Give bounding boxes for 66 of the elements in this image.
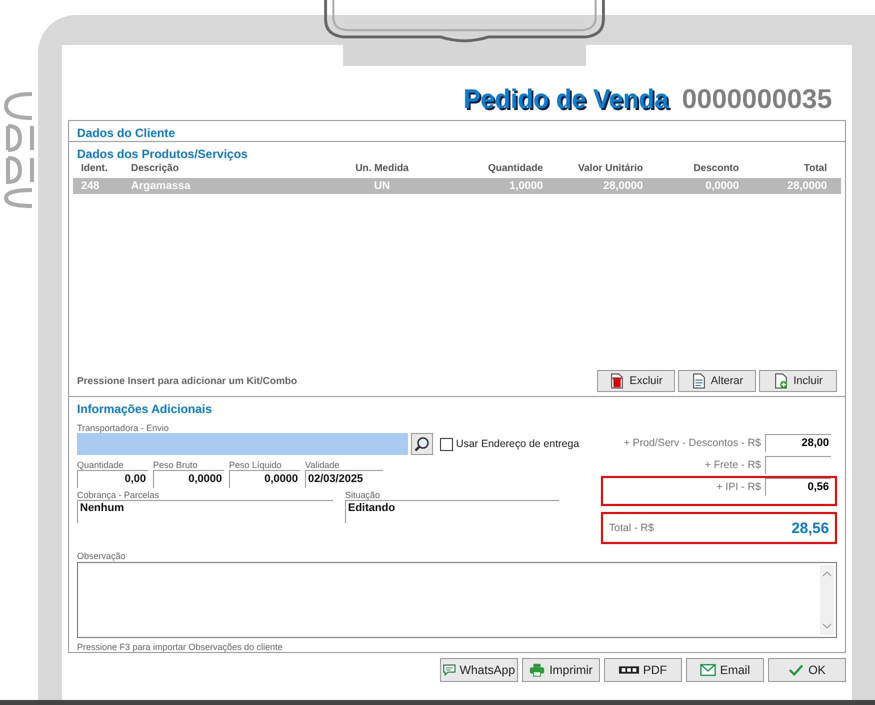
field-label: Quantidade bbox=[77, 460, 124, 470]
notes-field[interactable] bbox=[77, 562, 837, 638]
form-title: Pedido de Venda bbox=[463, 84, 668, 115]
table-cell-text: 248 bbox=[80, 180, 100, 192]
hint-text: Pressione Insert para adicionar um Kit/Combo bbox=[77, 376, 298, 386]
value-field[interactable]: 0,56 bbox=[765, 478, 831, 496]
checkmark-icon bbox=[788, 662, 804, 678]
value-field[interactable]: Nenhum bbox=[77, 500, 333, 523]
total-label: + IPI - R$ bbox=[716, 481, 761, 493]
table-cell-text: 0,0000 bbox=[704, 180, 740, 192]
total-label: + Frete - R$ bbox=[704, 459, 761, 471]
column-header: Descrição bbox=[130, 162, 180, 176]
field-label: Peso Líquido bbox=[229, 460, 282, 470]
order-number: 0000000035 bbox=[682, 84, 832, 115]
section-title: Dados dos Produtos/Serviços bbox=[77, 147, 248, 162]
checkbox-label: Usar Endereço de entrega bbox=[456, 438, 580, 450]
field-label: Cobrança - Parcelas bbox=[77, 490, 160, 500]
checkbox[interactable] bbox=[440, 438, 453, 450]
hint-text: Pressione F3 para importar Observações do cliente bbox=[77, 642, 283, 652]
total-value: 28,56 bbox=[791, 520, 829, 536]
action-button[interactable]: Alterar bbox=[678, 370, 756, 392]
field-label: Transportadora - Envio bbox=[77, 423, 169, 433]
value-field[interactable]: 02/03/2025 bbox=[305, 470, 383, 488]
action-button[interactable]: WhatsApp bbox=[440, 658, 518, 682]
scroll-up-icon[interactable] bbox=[822, 571, 832, 577]
field-label: Situação bbox=[345, 490, 380, 500]
column-header: Total bbox=[802, 162, 828, 176]
scrollbar[interactable] bbox=[820, 565, 834, 635]
value-field[interactable]: Editando bbox=[345, 500, 559, 523]
value-field[interactable]: 0,00 bbox=[77, 470, 148, 488]
carrier-field[interactable] bbox=[77, 433, 408, 455]
document-icon bbox=[690, 373, 707, 389]
field-label: Observação bbox=[77, 551, 126, 561]
value-field[interactable]: 28,00 bbox=[765, 434, 831, 452]
column-header: Un. Medida bbox=[354, 162, 410, 176]
printer-icon bbox=[529, 662, 546, 678]
value-field[interactable] bbox=[765, 456, 831, 474]
column-header: Quantidade bbox=[486, 162, 544, 176]
action-button[interactable]: Email bbox=[686, 658, 764, 682]
table-cell-text: UN bbox=[373, 180, 391, 192]
table-cell-text: 1,0000 bbox=[508, 180, 544, 192]
field-label: Peso Bruto bbox=[153, 460, 198, 470]
action-button[interactable]: Incluir bbox=[759, 370, 837, 392]
action-button[interactable]: OK bbox=[768, 658, 846, 682]
action-button[interactable]: Excluir bbox=[597, 370, 675, 392]
document-add-icon bbox=[773, 373, 790, 389]
trash-icon bbox=[609, 373, 626, 389]
table-cell-text: Argamassa bbox=[130, 180, 192, 192]
action-button[interactable]: PDF bbox=[604, 658, 682, 682]
chat-icon bbox=[443, 662, 456, 678]
section-title: Informações Adicionais bbox=[77, 402, 212, 416]
scroll-down-icon[interactable] bbox=[822, 623, 832, 629]
section-title: Dados do Cliente bbox=[77, 126, 176, 140]
table-cell-text: 28,0000 bbox=[602, 180, 644, 192]
total-label: + Prod/Serv - Descontos - R$ bbox=[624, 437, 761, 449]
value-field[interactable]: 0,0000 bbox=[229, 470, 300, 488]
column-header: Desconto bbox=[692, 162, 740, 176]
column-header: Ident. bbox=[80, 162, 109, 176]
envelope-icon bbox=[700, 662, 716, 678]
column-header: Valor Unitário bbox=[576, 162, 644, 176]
field-label: Validade bbox=[305, 460, 340, 470]
total-label: Total - R$ bbox=[609, 522, 654, 534]
table-cell-text: 28,0000 bbox=[786, 180, 828, 192]
search-button[interactable] bbox=[411, 433, 433, 455]
action-button[interactable]: Imprimir bbox=[522, 658, 600, 682]
value-field[interactable]: 0,0000 bbox=[153, 470, 224, 488]
